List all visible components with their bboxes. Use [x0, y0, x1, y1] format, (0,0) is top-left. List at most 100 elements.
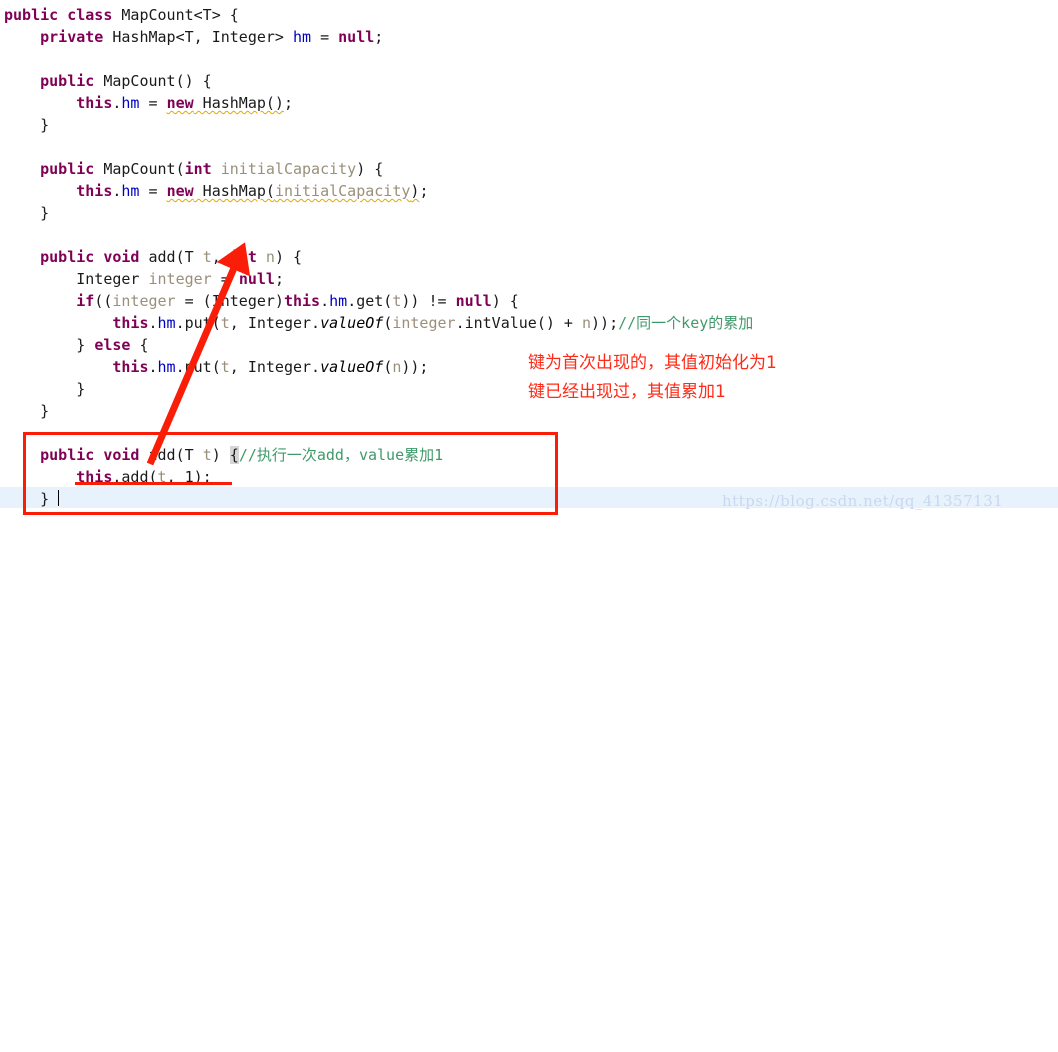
token-plain: HashMap() — [193, 94, 284, 112]
token-plain: = — [139, 94, 167, 112]
token-plain: .get( — [347, 292, 393, 310]
token-keyword: void — [103, 446, 140, 464]
code-line-6[interactable]: } — [4, 114, 49, 136]
token-keyword: this — [76, 94, 113, 112]
token-plain: . — [148, 314, 158, 332]
token-field: hm — [121, 182, 140, 200]
code-line-13[interactable]: Integer integer = null; — [4, 268, 284, 290]
token-keyword: int — [184, 160, 212, 178]
token-plain: . — [320, 292, 330, 310]
token-keyword: public — [40, 160, 95, 178]
red-underline — [75, 482, 232, 485]
token-keyword: this — [76, 182, 113, 200]
token-plain: HashMap( — [193, 182, 275, 200]
token-keyword: null — [338, 28, 375, 46]
token-keyword: null — [455, 292, 492, 310]
token-plain: ( — [383, 314, 393, 332]
code-line-23[interactable]: } — [4, 488, 49, 510]
token-parameter: n — [582, 314, 592, 332]
code-line-18[interactable]: } — [4, 378, 85, 400]
code-line-16[interactable]: } else { — [4, 334, 148, 356]
code-line-2[interactable]: private HashMap<T, Integer> hm = null; — [4, 26, 383, 48]
code-line-10[interactable]: } — [4, 202, 49, 224]
token-plain: .intValue() + — [455, 314, 582, 332]
token-plain: ) — [211, 446, 230, 464]
token-indent: } — [4, 336, 95, 354]
token-plain: } — [4, 380, 86, 398]
code-line-21[interactable]: public void add(T t) {//执行一次add，value累加1 — [4, 444, 443, 466]
token-field: hm — [157, 314, 176, 332]
token-keyword: class — [67, 6, 113, 24]
token-keyword: if — [76, 292, 95, 310]
token-local: integer — [112, 292, 176, 310]
token-static-method: valueOf — [320, 314, 384, 332]
token-parameter: t — [220, 314, 230, 332]
token-parameter: t — [202, 248, 212, 266]
token-plain: , — [211, 248, 230, 266]
token-plain: MapCount() { — [94, 72, 212, 90]
code-line-15[interactable]: this.hm.put(t, Integer.valueOf(integer.i… — [4, 312, 753, 334]
token-plain: ) { — [274, 248, 303, 266]
code-line-9[interactable]: this.hm = new HashMap(initialCapacity); — [4, 180, 428, 202]
token-parameter: t — [202, 446, 212, 464]
code-line-8[interactable]: public MapCount(int initialCapacity) { — [4, 158, 383, 180]
token-plain: )); — [401, 358, 429, 376]
token-keyword: this — [283, 292, 321, 310]
code-line-1[interactable]: public class MapCount<T> { — [4, 4, 239, 26]
code-line-19[interactable]: } — [4, 400, 49, 422]
token-plain: = (Integer) — [175, 292, 284, 310]
code-line-17[interactable]: this.hm.put(t, Integer.valueOf(n)); — [4, 356, 428, 378]
code-text-layer[interactable]: public class MapCount<T> { private HashM… — [0, 0, 1058, 526]
code-line-14[interactable]: if((integer = (Integer)this.hm.get(t)) !… — [4, 290, 519, 312]
token-parameter: t — [220, 358, 230, 376]
code-editor[interactable]: public class MapCount<T> { private HashM… — [0, 0, 1058, 526]
code-line-4[interactable]: public MapCount() { — [4, 70, 212, 92]
token-plain: .put( — [175, 314, 221, 332]
token-plain: } — [4, 116, 50, 134]
token-plain: , Integer. — [229, 358, 321, 376]
token-plain: } — [4, 204, 50, 222]
token-static-method: valueOf — [320, 358, 384, 376]
token-plain: )) != — [401, 292, 456, 310]
token-plain: HashMap<T, Integer> — [103, 28, 293, 46]
token-plain: ; — [283, 94, 293, 112]
inline-comment-add-once: //执行一次add，value累加1 — [238, 446, 444, 464]
token-parameter: initialCapacity — [274, 182, 411, 200]
token-field: hm — [157, 358, 176, 376]
token-keyword: this — [112, 314, 149, 332]
code-line-12[interactable]: public void add(T t, int n) { — [4, 246, 302, 268]
token-keyword: else — [94, 336, 131, 354]
token-plain: ; — [374, 28, 384, 46]
token-plain: } — [4, 490, 50, 508]
token-plain: )); — [591, 314, 619, 332]
token-keyword: int — [229, 248, 257, 266]
token-plain: ; — [419, 182, 429, 200]
token-plain: = — [211, 270, 239, 288]
site-watermark: https://blog.csdn.net/qq_41357131 — [722, 492, 1004, 510]
token-plain: MapCount( — [94, 160, 185, 178]
token-parameter: initialCapacity — [220, 160, 357, 178]
token-plain: ; — [274, 270, 284, 288]
token-local: integer — [392, 314, 456, 332]
token-plain: .put( — [175, 358, 221, 376]
token-plain: } — [4, 402, 50, 420]
token-plain: (( — [94, 292, 113, 310]
code-line-5[interactable]: this.hm = new HashMap(); — [4, 92, 293, 114]
token-plain: = — [139, 182, 167, 200]
token-keyword: public — [4, 6, 59, 24]
text-caret — [58, 490, 59, 506]
bracket-match-highlight: { — [229, 446, 239, 464]
token-keyword: this — [112, 358, 149, 376]
